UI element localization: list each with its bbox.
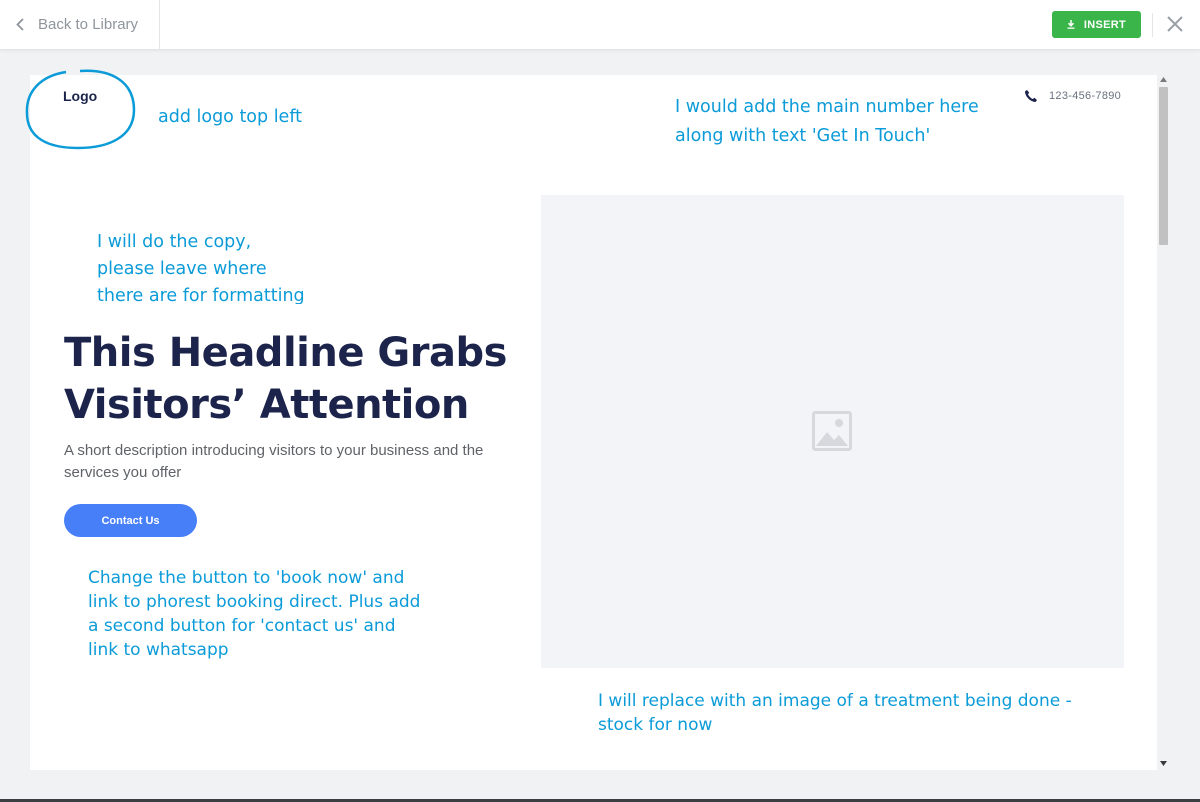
divider	[1152, 13, 1153, 37]
back-to-library-label: Back to Library	[38, 16, 139, 33]
annotation-button-line1: Change the button to 'book now' and	[88, 568, 405, 588]
annotation-logo: add logo top left	[158, 107, 303, 127]
top-bar: Back to Library INSERT	[0, 0, 1200, 50]
insert-label: INSERT	[1083, 18, 1127, 31]
annotation-phone-line1: I would add the main number here	[675, 97, 979, 117]
logo-highlight-circle	[25, 69, 136, 150]
scroll-down-icon[interactable]	[1160, 761, 1167, 766]
annotation-copy-line3: there are for formatting	[97, 286, 305, 304]
chevron-left-icon	[16, 18, 24, 31]
annotation-button-line4: link to whatsapp	[88, 640, 229, 660]
annotation-phone-line2: along with text 'Get In Touch'	[675, 126, 931, 145]
download-icon	[1067, 20, 1075, 29]
phone-icon	[1025, 90, 1037, 102]
image-placeholder-icon	[812, 411, 852, 451]
annotation-copy-line1: I will do the copy,	[97, 232, 252, 252]
back-to-library-button[interactable]: Back to Library	[0, 0, 160, 49]
annotation-copy-line2: please leave where	[97, 259, 267, 279]
annotation-button-line2: link to phorest booking direct. Plus add	[88, 592, 421, 612]
annotation-image-line2: stock for now	[598, 715, 713, 735]
scrollbar-thumb[interactable]	[1159, 87, 1168, 245]
phone-number: 123-456-7890	[1049, 90, 1122, 102]
contact-us-label: Contact Us	[101, 514, 160, 527]
scroll-up-icon[interactable]	[1160, 77, 1167, 82]
insert-button[interactable]: INSERT	[1052, 11, 1141, 38]
close-button[interactable]	[1165, 14, 1185, 34]
close-icon	[1167, 16, 1183, 32]
headline: This Headline Grabs Visitors’ Attention	[64, 330, 507, 428]
contact-us-button[interactable]: Contact Us	[64, 504, 197, 537]
annotation-image-line1: I will replace with an image of a treatm…	[598, 691, 1072, 711]
annotation-button-line3: a second button for 'contact us' and	[88, 616, 396, 636]
phone-contact[interactable]: 123-456-7890	[1024, 89, 1121, 103]
description: A short description introducing visitors…	[64, 442, 484, 481]
